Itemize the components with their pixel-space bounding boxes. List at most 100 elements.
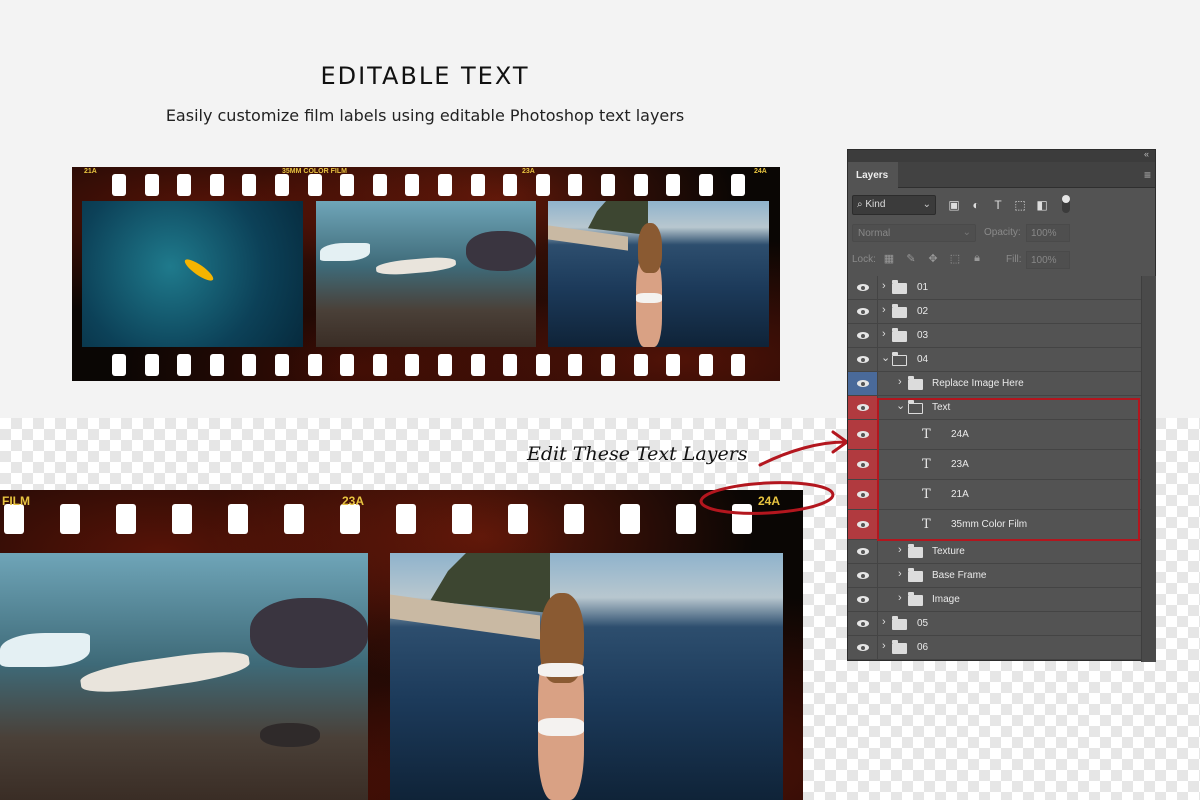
layer-row-24a[interactable]: T 24A	[848, 420, 1141, 450]
layer-row-replace-image[interactable]: › Replace Image Here	[848, 372, 1141, 396]
visibility-cell[interactable]	[848, 564, 878, 587]
collapse-icon[interactable]: «	[1144, 149, 1149, 159]
lock-pixels-icon[interactable]: ✎	[904, 252, 918, 268]
layer-row-04[interactable]: ⌄ 04	[848, 348, 1141, 372]
perforation	[698, 174, 713, 196]
filter-kind-select[interactable]: ⌕ Kind ⌄	[852, 195, 936, 215]
perforation	[340, 354, 355, 376]
layer-row-06[interactable]: › 06	[848, 636, 1141, 660]
folder-icon	[892, 616, 907, 630]
visibility-cell[interactable]	[848, 348, 878, 371]
photo-surfer	[82, 201, 303, 347]
layer-row-05[interactable]: › 05	[848, 612, 1141, 636]
eye-icon	[857, 380, 869, 387]
folder-icon	[908, 592, 923, 606]
blend-row: Normal ⌄ Opacity: 100%	[852, 224, 1151, 246]
type-filter-icon[interactable]: T	[990, 197, 1006, 213]
filter-toggle[interactable]	[1062, 195, 1070, 213]
lock-all-icon[interactable]: 🔒︎	[970, 252, 984, 268]
layer-row-02[interactable]: › 02	[848, 300, 1141, 324]
layer-row-23a[interactable]: T 23A	[848, 450, 1141, 480]
folder-icon	[892, 328, 907, 342]
visibility-cell[interactable]	[848, 510, 878, 539]
perforation	[242, 174, 257, 196]
perforation	[620, 504, 640, 534]
chevron-right-icon[interactable]: ›	[898, 544, 902, 556]
tab-layers[interactable]: Layers	[848, 162, 898, 188]
perforation	[405, 354, 420, 376]
perforation	[508, 504, 528, 534]
layers-panel[interactable]: « Layers ≡ ⌕ Kind ⌄ ▣ ◐ T ⬚ ◧ Normal ⌄ O…	[847, 149, 1156, 662]
eye-icon	[857, 596, 869, 603]
film-label-35mm: 35MM COLOR FILM	[282, 168, 347, 175]
visibility-cell[interactable]	[848, 300, 878, 323]
layer-row-texture[interactable]: › Texture	[848, 540, 1141, 564]
chevron-right-icon[interactable]: ›	[882, 304, 886, 316]
chevron-right-icon[interactable]: ›	[882, 640, 886, 652]
visibility-cell[interactable]	[848, 480, 878, 509]
perforation	[274, 174, 289, 196]
perforation	[284, 504, 304, 534]
swimsuit-top	[538, 663, 584, 677]
eye-icon	[857, 521, 869, 528]
arrow-stroke	[758, 440, 847, 467]
perforation	[535, 174, 550, 196]
layer-row-35mm-color-film[interactable]: T 35mm Color Film	[848, 510, 1141, 540]
visibility-cell[interactable]	[848, 324, 878, 347]
layer-row-image[interactable]: › Image	[848, 588, 1141, 612]
visibility-cell[interactable]	[848, 450, 878, 479]
perforation	[228, 504, 248, 534]
layer-name: Image	[932, 594, 960, 605]
smart-object-filter-icon[interactable]: ◧	[1034, 197, 1050, 213]
perforation	[144, 174, 159, 196]
panel-tab-row: Layers ≡	[848, 162, 1155, 188]
surfboard	[182, 256, 216, 284]
adjustment-filter-icon[interactable]: ◐	[968, 197, 984, 213]
perforation	[112, 354, 126, 376]
folder-icon	[908, 376, 923, 390]
chevron-right-icon[interactable]: ›	[898, 592, 902, 604]
layer-name: Base Frame	[932, 570, 987, 581]
chevron-right-icon[interactable]: ›	[898, 376, 902, 388]
perforation	[177, 354, 192, 376]
annotation-circle	[699, 481, 835, 515]
perforation	[307, 354, 322, 376]
lock-artboard-icon[interactable]: ⬚	[948, 252, 962, 268]
lock-transparent-icon[interactable]: ▦	[882, 252, 896, 268]
layer-row-01[interactable]: › 01	[848, 276, 1141, 300]
visibility-cell[interactable]	[848, 372, 878, 395]
eye-icon	[857, 431, 869, 438]
layer-row-base-frame[interactable]: › Base Frame	[848, 564, 1141, 588]
opacity-field[interactable]: 100%	[1026, 224, 1070, 242]
chevron-right-icon[interactable]: ›	[882, 280, 886, 292]
perforation	[568, 354, 583, 376]
chevron-right-icon[interactable]: ›	[898, 568, 902, 580]
chevron-right-icon[interactable]: ›	[882, 616, 886, 628]
fins	[320, 243, 370, 261]
fill-value: 100%	[1031, 255, 1057, 266]
chevron-down-icon[interactable]: ⌄	[881, 351, 890, 364]
visibility-cell[interactable]	[848, 276, 878, 299]
shape-filter-icon[interactable]: ⬚	[1012, 197, 1028, 213]
layer-row-21a[interactable]: T 21A	[848, 480, 1141, 510]
blend-mode-select[interactable]: Normal ⌄	[852, 224, 976, 242]
chevron-down-icon[interactable]: ⌄	[896, 399, 905, 412]
lock-position-icon[interactable]: ✥	[926, 252, 940, 268]
pixel-filter-icon[interactable]: ▣	[946, 197, 962, 213]
perforation	[340, 174, 355, 196]
visibility-cell[interactable]	[848, 636, 878, 659]
layer-row-03[interactable]: › 03	[848, 324, 1141, 348]
layer-name: 03	[917, 330, 929, 341]
chevron-right-icon[interactable]: ›	[882, 328, 886, 340]
visibility-cell[interactable]	[848, 420, 878, 449]
film-strip-top: 21A 35MM COLOR FILM 23A 24A	[72, 167, 780, 381]
fill-field[interactable]: 100%	[1026, 251, 1070, 269]
panel-menu-icon[interactable]: ≡	[1144, 168, 1151, 182]
visibility-cell[interactable]	[848, 540, 878, 563]
visibility-cell[interactable]	[848, 588, 878, 611]
layer-name: 02	[917, 306, 929, 317]
layers-scrollbar[interactable]	[1141, 276, 1156, 662]
visibility-cell[interactable]	[848, 612, 878, 635]
visibility-cell[interactable]	[848, 396, 878, 419]
layer-row-text-group[interactable]: ⌄ Text	[848, 396, 1141, 420]
